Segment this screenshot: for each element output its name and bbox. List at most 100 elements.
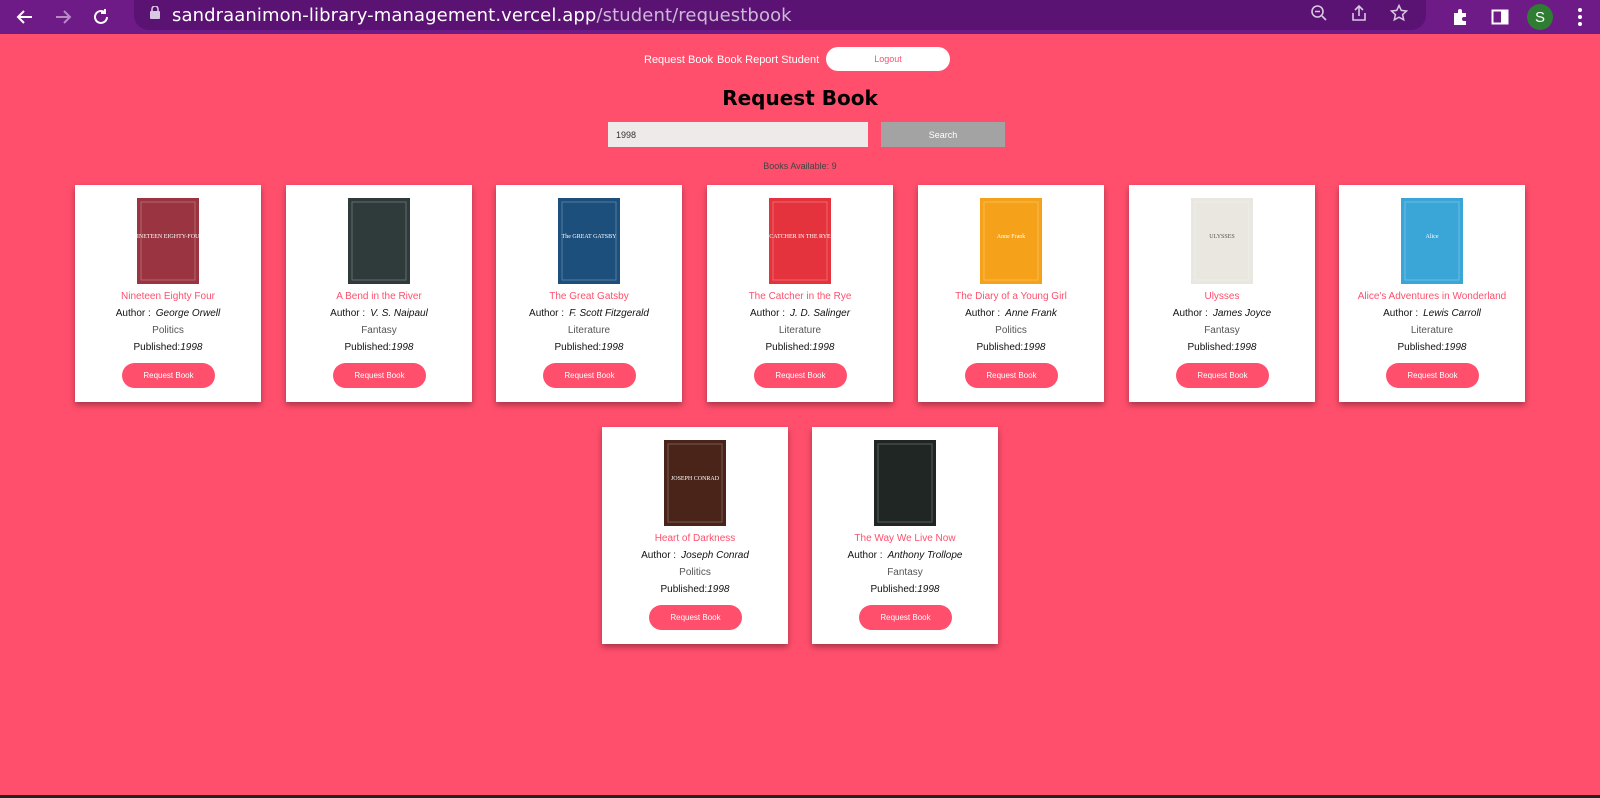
- svg-text:NINETEEN EIGHTY-FOUR: NINETEEN EIGHTY-FOUR: [137, 234, 199, 240]
- side-panel-icon[interactable]: [1480, 8, 1520, 26]
- request-book-button[interactable]: Request Book: [965, 363, 1058, 388]
- book-published: Published:1998: [1339, 342, 1525, 353]
- author-label: Author :: [1172, 308, 1208, 319]
- book-genre: Politics: [995, 325, 1027, 336]
- book-author: Author : George Orwell: [75, 308, 261, 319]
- url-host: sandraanimon-library-management.vercel.a…: [172, 4, 597, 26]
- request-book-button[interactable]: Request Book: [1176, 363, 1269, 388]
- book-cover-image: Anne Frank: [980, 198, 1042, 284]
- forward-icon[interactable]: [50, 4, 76, 30]
- author-label: Author :: [965, 308, 1001, 319]
- book-author: Author : Anthony Trollope: [812, 550, 998, 561]
- request-book-button[interactable]: Request Book: [859, 605, 952, 630]
- book-author: Author : V. S. Naipaul: [286, 308, 472, 319]
- published-year: 1998: [1023, 342, 1046, 353]
- book-title[interactable]: A Bend in the River: [286, 291, 472, 302]
- book-cover-image: NINETEEN EIGHTY-FOUR: [133, 198, 203, 284]
- book-genre: Fantasy: [887, 567, 923, 578]
- book-title[interactable]: The Way We Live Now: [812, 533, 998, 544]
- avatar[interactable]: S: [1527, 4, 1553, 30]
- request-book-button[interactable]: Request Book: [754, 363, 847, 388]
- book-card: Alice Alice's Adventures in Wonderland Aut…: [1339, 185, 1525, 402]
- book-author: Author : F. Scott Fitzgerald: [496, 308, 682, 319]
- author-label: Author :: [115, 308, 151, 319]
- books-available-count: Books Available: 9: [763, 161, 837, 171]
- author-name: J. D. Salinger: [790, 308, 851, 319]
- request-book-button[interactable]: Request Book: [333, 363, 426, 388]
- extensions-icon[interactable]: [1440, 8, 1480, 26]
- book-published: Published:1998: [707, 342, 893, 353]
- book-genre: Literature: [567, 325, 611, 336]
- published-label: Published:: [554, 342, 602, 353]
- published-year: 1998: [1444, 342, 1467, 353]
- author-name: Lewis Carroll: [1423, 308, 1481, 319]
- book-cover-image: JOSEPH CONRAD: [664, 440, 726, 526]
- profile-avatar[interactable]: S: [1520, 4, 1560, 30]
- address-bar[interactable]: sandraanimon-library-management.vercel.a…: [134, 0, 1426, 30]
- book-title[interactable]: Heart of Darkness: [602, 533, 788, 544]
- author-name: Anthony Trollope: [887, 550, 963, 561]
- published-label: Published:: [660, 584, 708, 595]
- author-name: James Joyce: [1212, 308, 1272, 319]
- book-card: ULYSSES Ulysses Author : James Joyce Fantasy…: [1129, 185, 1315, 402]
- book-published: Published:1998: [918, 342, 1104, 353]
- back-icon[interactable]: [12, 4, 38, 30]
- book-card: CATCHER IN THE RYE The Catcher in the Rye…: [707, 185, 893, 402]
- author-label: Author :: [847, 550, 883, 561]
- author-label: Author :: [1383, 308, 1419, 319]
- author-name: F. Scott Fitzgerald: [569, 308, 649, 319]
- book-title[interactable]: The Catcher in the Rye: [707, 291, 893, 302]
- site-nav: Request Book Book Report Student: [0, 48, 1600, 72]
- url-text: sandraanimon-library-management.vercel.a…: [172, 5, 792, 26]
- book-card: The GREAT GATSBY The Great Gatsby Author :…: [496, 185, 682, 402]
- request-book-button[interactable]: Request Book: [543, 363, 636, 388]
- published-label: Published:: [870, 584, 918, 595]
- reload-icon[interactable]: [88, 4, 114, 30]
- book-title[interactable]: Nineteen Eighty Four: [75, 291, 261, 302]
- search-button[interactable]: Search: [881, 122, 1005, 147]
- bookmark-star-icon[interactable]: [1389, 3, 1409, 27]
- author-label: Author :: [641, 550, 677, 561]
- book-card: The Way We Live Now Author : Anthony Troll…: [812, 427, 998, 644]
- request-book-button[interactable]: Request Book: [122, 363, 215, 388]
- logout-button[interactable]: Logout: [826, 47, 950, 71]
- svg-text:JOSEPH CONRAD: JOSEPH CONRAD: [671, 476, 720, 482]
- browser-toolbar: sandraanimon-library-management.vercel.a…: [0, 0, 1600, 34]
- book-genre: Politics: [152, 325, 184, 336]
- book-published: Published:1998: [496, 342, 682, 353]
- book-title[interactable]: Ulysses: [1129, 291, 1315, 302]
- nav-request-book[interactable]: Request Book: [644, 54, 713, 66]
- book-cover-image: [874, 440, 936, 526]
- svg-text:Anne Frank: Anne Frank: [997, 234, 1026, 240]
- lock-icon: [150, 5, 160, 24]
- book-title[interactable]: Alice's Adventures in Wonderland: [1339, 291, 1525, 302]
- book-genre: Literature: [1410, 325, 1454, 336]
- published-label: Published:: [765, 342, 813, 353]
- book-title[interactable]: The Great Gatsby: [496, 291, 682, 302]
- book-author: Author : James Joyce: [1129, 308, 1315, 319]
- request-book-button[interactable]: Request Book: [1386, 363, 1479, 388]
- author-name: V. S. Naipaul: [370, 308, 428, 319]
- book-author: Author : Lewis Carroll: [1339, 308, 1525, 319]
- page-title: Request Book: [722, 86, 878, 110]
- book-card: NINETEEN EIGHTY-FOUR Nineteen Eighty Four…: [75, 185, 261, 402]
- zoom-icon[interactable]: [1310, 4, 1328, 27]
- published-year: 1998: [812, 342, 835, 353]
- book-author: Author : Anne Frank: [918, 308, 1104, 319]
- published-year: 1998: [601, 342, 624, 353]
- search-input[interactable]: [608, 122, 868, 147]
- menu-kebab-icon[interactable]: [1560, 7, 1600, 27]
- svg-text:The GREAT GATSBY: The GREAT GATSBY: [562, 234, 618, 240]
- request-book-button[interactable]: Request Book: [649, 605, 742, 630]
- book-card: JOSEPH CONRAD Heart of Darkness Author : Jo…: [602, 427, 788, 644]
- nav-book-report[interactable]: Book Report Student: [717, 54, 819, 66]
- author-name: Anne Frank: [1005, 308, 1057, 319]
- book-genre: Fantasy: [1204, 325, 1240, 336]
- book-cover-image: [348, 198, 410, 284]
- share-icon[interactable]: [1350, 4, 1368, 27]
- author-label: Author :: [529, 308, 565, 319]
- book-title[interactable]: The Diary of a Young Girl: [918, 291, 1104, 302]
- book-cover-image: The GREAT GATSBY: [558, 198, 620, 284]
- published-year: 1998: [707, 584, 730, 595]
- book-published: Published:1998: [286, 342, 472, 353]
